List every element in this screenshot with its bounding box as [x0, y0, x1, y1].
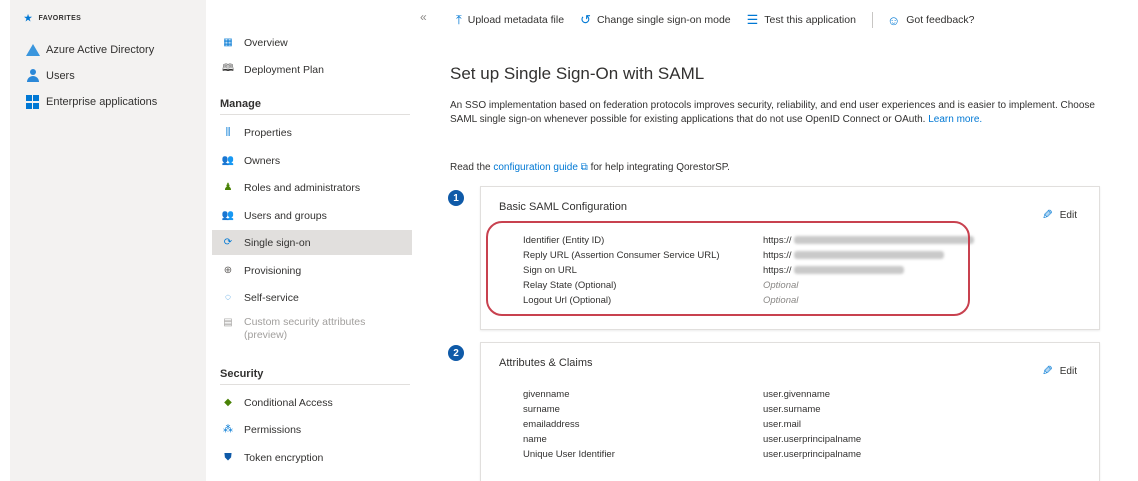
learn-more-link[interactable]: Learn more. [928, 114, 982, 125]
favorites-pane: ★ FAVORITES Azure Active Directory Users… [10, 0, 206, 481]
collapse-nav-icon[interactable]: « [420, 10, 427, 24]
feedback-icon: ☺ [886, 12, 901, 28]
pencil-icon: ✎ [1041, 363, 1053, 378]
manage-section-header: Manage [220, 98, 261, 110]
nav-item-users-groups[interactable]: 👥 Users and groups [216, 203, 408, 228]
favorite-enterprise-applications[interactable]: Enterprise applications [26, 92, 157, 112]
nav-item-self-service[interactable]: ◌ Self-service [216, 285, 408, 310]
basic-saml-card: Basic SAML Configuration ✎ Edit Identifi… [480, 186, 1100, 330]
card-title-basic-saml: Basic SAML Configuration [499, 201, 627, 213]
saml-row-reply-url: Reply URL (Assertion Consumer Service UR… [523, 250, 1083, 265]
users-groups-icon: 👥 [221, 210, 235, 221]
overview-icon: ▦ [223, 37, 233, 48]
claim-row-givenname: givenname user.givenname [523, 389, 831, 400]
nav-item-deployment-plan[interactable]: 🕮 Deployment Plan [216, 57, 408, 82]
nav-item-provisioning[interactable]: ⊕ Provisioning [216, 258, 408, 283]
undo-icon: ↺ [580, 12, 591, 27]
attributes-claims-card: Attributes & Claims ✎ Edit givenname use… [480, 342, 1100, 481]
command-bar: ⤒ Upload metadata file ↺ Change single s… [436, 0, 1138, 40]
edit-basic-saml-button[interactable]: ✎ Edit [1042, 207, 1077, 223]
configuration-guide-link[interactable]: configuration guide [493, 162, 578, 173]
owners-icon: 👥 [221, 155, 235, 166]
claim-row-name: name user.userprincipalname [523, 434, 862, 445]
external-link-icon: ⧉ [580, 162, 588, 173]
self-service-icon: ◌ [225, 292, 231, 303]
feedback-button[interactable]: ☺ Got feedback? [887, 13, 975, 28]
book-icon: 🕮 [222, 63, 234, 74]
page-title: Set up Single Sign-On with SAML [450, 64, 705, 83]
favorite-users[interactable]: Users [26, 66, 75, 86]
main-content: ⤒ Upload metadata file ↺ Change single s… [436, 0, 1138, 481]
nav-item-permissions[interactable]: ⁂ Permissions [216, 417, 408, 442]
nav-item-conditional-access[interactable]: ◆ Conditional Access [216, 390, 408, 415]
upload-metadata-button[interactable]: ⤒ Upload metadata file [456, 12, 564, 28]
properties-icon: ⫼ [225, 127, 231, 138]
claim-row-unique-user-identifier: Unique User Identifier user.userprincipa… [523, 449, 862, 460]
favorite-azure-active-directory[interactable]: Azure Active Directory [26, 40, 154, 60]
security-divider [220, 384, 410, 385]
toolbar-divider [871, 12, 873, 28]
page-description: An SSO implementation based on federatio… [450, 100, 1095, 125]
resource-nav: « ▦ Overview 🕮 Deployment Plan Manage ⫼ … [206, 0, 436, 481]
pencil-icon: ✎ [1041, 207, 1053, 222]
nav-item-roles[interactable]: ♟ Roles and administrators [216, 175, 408, 200]
nav-item-owners[interactable]: 👥 Owners [216, 148, 408, 173]
users-icon [26, 69, 40, 83]
favorites-header: ★ FAVORITES [24, 13, 82, 23]
step-badge-2: 2 [448, 345, 464, 361]
change-sso-mode-button[interactable]: ↺ Change single sign-on mode [580, 12, 731, 28]
redacted-value [793, 236, 974, 245]
claim-row-surname: surname user.surname [523, 404, 821, 415]
roles-icon: ♟ [223, 182, 233, 193]
edit-attributes-button[interactable]: ✎ Edit [1042, 363, 1077, 379]
security-section-header: Security [220, 368, 264, 380]
nav-item-overview[interactable]: ▦ Overview [216, 30, 408, 55]
sso-icon: ⟳ [223, 237, 233, 248]
provisioning-icon: ⊕ [223, 265, 233, 276]
upload-icon: ⤒ [456, 12, 462, 27]
conditional-access-icon: ◆ [224, 397, 232, 408]
saml-row-relay-state: Relay State (Optional) Optional [523, 280, 799, 291]
nav-item-properties[interactable]: ⫼ Properties [216, 120, 408, 145]
nav-item-custom-security-attributes: ▤ Custom security attributes (preview) [223, 316, 366, 341]
enterprise-apps-icon [26, 95, 40, 109]
config-guide-line: Read the configuration guide ⧉ for help … [450, 162, 730, 173]
card-title-attributes-claims: Attributes & Claims [499, 357, 593, 369]
test-icon: ☰ [746, 12, 759, 27]
saml-row-identifier: Identifier (Entity ID) https:// [523, 235, 1083, 250]
token-encryption-icon: ⛊ [224, 452, 232, 463]
saml-row-logout-url: Logout Url (Optional) Optional [523, 295, 799, 306]
nav-item-token-encryption[interactable]: ⛊ Token encryption [216, 445, 408, 470]
custom-attributes-icon: ▤ [223, 316, 233, 328]
nav-item-single-sign-on[interactable]: ⟳ Single sign-on [212, 230, 412, 255]
claim-row-emailaddress: emailaddress user.mail [523, 419, 802, 430]
redacted-value [793, 251, 944, 260]
permissions-icon: ⁂ [223, 424, 233, 435]
test-application-button[interactable]: ☰ Test this application [747, 12, 856, 28]
manage-divider [220, 114, 410, 115]
redacted-value [793, 266, 904, 275]
saml-row-sign-on-url: Sign on URL https:// [523, 265, 1083, 280]
step-badge-1: 1 [448, 190, 464, 206]
star-icon: ★ [24, 13, 33, 23]
azure-ad-icon [26, 43, 40, 57]
